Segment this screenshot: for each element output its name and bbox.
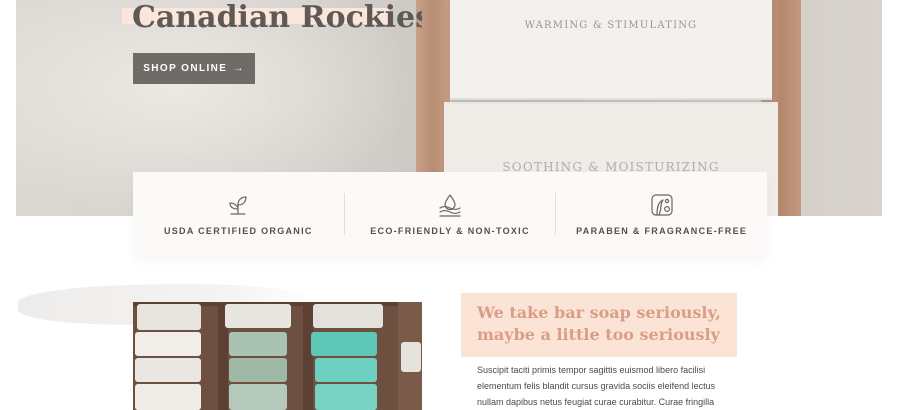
about-paragraph: Suscipit taciti primis tempor sagittis e…: [477, 365, 716, 407]
soap-box-top-label: WARMING & STIMULATING: [524, 20, 698, 31]
soap-bar: [229, 358, 287, 382]
soap-bar: [315, 384, 377, 410]
feature-organic-label: USDA CERTIFIED ORGANIC: [163, 226, 313, 236]
feature-eco-label: ECO-FRIENDLY & NON-TOXIC: [370, 226, 530, 236]
soap-bar: [401, 342, 421, 372]
seedling-icon: [229, 196, 247, 215]
soap-bar: [229, 384, 287, 410]
soap-bar: [135, 332, 201, 356]
water-drop-icon: [439, 194, 461, 217]
about-heading: We take bar soap seriously, maybe a litt…: [477, 303, 721, 344]
soap-bar: [315, 358, 377, 382]
soap-bar: [311, 332, 377, 356]
soap-bar: [313, 304, 383, 328]
soap-bar: [135, 358, 201, 382]
arrow-right-icon: →: [233, 63, 245, 74]
photo-tray-divider: [303, 302, 313, 410]
soap-bar: [229, 332, 287, 356]
feature-paraben: PARABEN & FRAGRANCE-FREE: [556, 172, 767, 256]
feature-organic: USDA CERTIFIED ORGANIC: [133, 172, 344, 256]
soap-bar: [225, 304, 291, 328]
soap-bar: [137, 304, 201, 330]
soap-box-top: WARMING & STIMULATING: [450, 0, 772, 100]
hero-title: Canadian Rockies: [132, 0, 422, 35]
soap-bar: [135, 384, 201, 410]
face-icon: [651, 194, 673, 216]
feature-eco: ECO-FRIENDLY & NON-TOXIC: [345, 172, 556, 256]
soap-bars-photo: [133, 302, 422, 410]
feature-paraben-label: PARABEN & FRAGRANCE-FREE: [576, 226, 748, 236]
shop-online-label: SHOP ONLINE: [143, 63, 228, 74]
shop-online-button[interactable]: SHOP ONLINE →: [133, 53, 255, 84]
features-bar: USDA CERTIFIED ORGANIC ECO-FRIENDLY & NO…: [133, 172, 767, 256]
